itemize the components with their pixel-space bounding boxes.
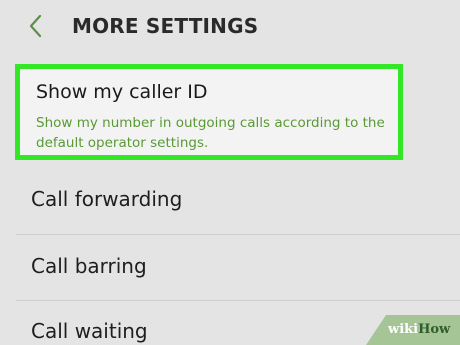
call-forwarding-label: Call forwarding [31,187,183,211]
watermark-wiki: wiki [388,322,419,337]
page-title: MORE SETTINGS [72,14,259,38]
call-barring-item[interactable]: Call barring [0,235,460,301]
watermark-how: How [418,322,451,337]
show-caller-id-subtitle: Show my number in outgoing calls accordi… [36,115,385,151]
call-barring-label: Call barring [31,254,147,278]
app-header: MORE SETTINGS [0,0,460,54]
chevron-left-icon[interactable] [26,12,46,40]
call-forwarding-item[interactable]: Call forwarding [0,168,460,234]
call-waiting-label: Call waiting [31,319,148,343]
show-caller-id-title: Show my caller ID [36,81,208,103]
wikihow-watermark: wikiHow [366,315,460,345]
show-caller-id-item[interactable]: Show my caller ID Show my number in outg… [15,64,403,160]
